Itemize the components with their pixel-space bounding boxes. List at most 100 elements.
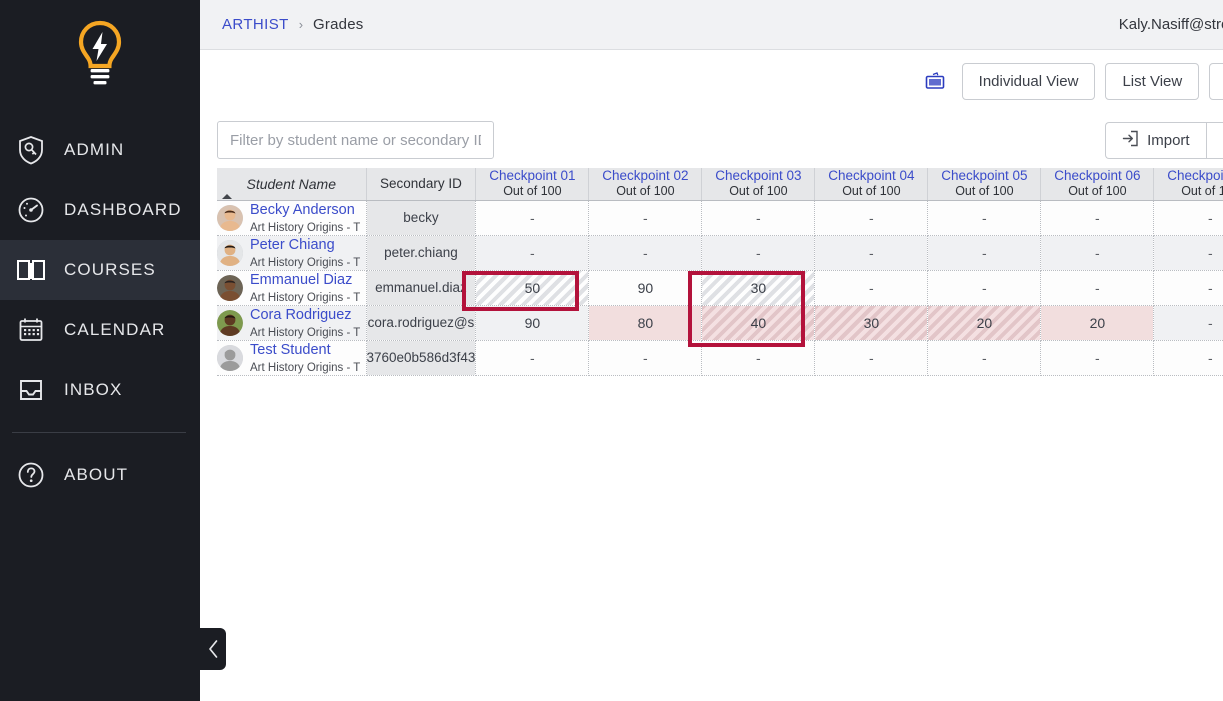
top-bar: ARTHIST › Grades Kaly.Nasiff@strongmind.… (200, 0, 1223, 50)
column-header-cp03[interactable]: Checkpoint 03Out of 100 (702, 168, 815, 200)
keyboard-shortcut-icon[interactable] (924, 72, 946, 91)
column-header-cp06[interactable]: Checkpoint 06Out of 100 (1041, 168, 1154, 200)
grade-cell[interactable]: - (815, 200, 928, 235)
student-name[interactable]: Test Student (250, 342, 331, 358)
column-header-cp02[interactable]: Checkpoint 02Out of 100 (589, 168, 702, 200)
user-menu[interactable]: Kaly.Nasiff@strongmind.com (1119, 8, 1223, 42)
grade-cell[interactable]: - (476, 235, 589, 270)
grade-cell[interactable]: - (476, 200, 589, 235)
student-name[interactable]: Emmanuel Diaz (250, 272, 352, 288)
import-label: Import (1147, 132, 1190, 149)
app-logo[interactable] (0, 0, 200, 110)
breadcrumb-root[interactable]: ARTHIST (222, 16, 289, 33)
student-cell[interactable]: Cora RodriguezArt History Origins - T (217, 305, 366, 340)
no-grade: - (1095, 280, 1100, 296)
column-points: Out of 100 (1154, 184, 1223, 199)
student-name[interactable]: Cora Rodriguez (250, 307, 352, 323)
table-row: Peter ChiangArt History Origins - Tpeter… (217, 235, 1223, 270)
column-header-cp04[interactable]: Checkpoint 04Out of 100 (815, 168, 928, 200)
grade-cell[interactable]: - (1041, 270, 1154, 305)
no-grade: - (869, 280, 874, 296)
grade-cell[interactable]: - (1154, 270, 1223, 305)
grade-cell[interactable]: - (815, 340, 928, 375)
secondary-id-cell: peter.chiang (366, 235, 476, 270)
column-title: Checkpoint 01 (476, 168, 588, 184)
column-header-secondary-id[interactable]: Secondary ID (366, 168, 476, 200)
grade-cell[interactable]: - (1041, 235, 1154, 270)
column-points: Out of 100 (702, 184, 814, 199)
grade-cell[interactable]: - (1154, 200, 1223, 235)
search-input[interactable] (217, 121, 494, 159)
column-header-student-name[interactable]: Student Name (217, 168, 366, 200)
breadcrumb: ARTHIST › Grades (222, 16, 363, 33)
grade-cell[interactable]: - (1041, 200, 1154, 235)
gradebook-grid: Student NameSecondary IDCheckpoint 01Out… (217, 168, 1223, 376)
column-header-cp01[interactable]: Checkpoint 01Out of 100 (476, 168, 589, 200)
student-name[interactable]: Peter Chiang (250, 237, 335, 253)
grade-cell[interactable]: - (589, 340, 702, 375)
grade-cell[interactable]: - (702, 200, 815, 235)
column-points: Out of 100 (928, 184, 1040, 199)
sidebar-nav: ADMIN DASHBOARD (0, 120, 200, 505)
grade-cell[interactable]: 50 (476, 270, 589, 305)
grade-cell[interactable]: 20 (1041, 305, 1154, 340)
grade-cell[interactable]: - (928, 200, 1041, 235)
grade-cell[interactable]: - (928, 235, 1041, 270)
grade-cell[interactable]: 30 (815, 305, 928, 340)
student-cell[interactable]: Emmanuel DiazArt History Origins - T (217, 270, 366, 305)
import-icon (1122, 130, 1139, 151)
student-cell[interactable]: Test Student Art History Origins - T (217, 340, 366, 375)
sidebar-item-dashboard[interactable]: DASHBOARD (0, 180, 200, 240)
import-button[interactable]: Import (1105, 122, 1206, 159)
list-view-button[interactable]: List View (1105, 63, 1199, 100)
sidebar-item-courses[interactable]: COURSES (0, 240, 200, 300)
grade-cell[interactable]: - (476, 340, 589, 375)
column-header-cp07[interactable]: Checkpoint 07Out of 100 (1154, 168, 1223, 200)
grade-cell[interactable]: - (815, 270, 928, 305)
grade-cell[interactable]: - (702, 235, 815, 270)
no-grade: - (982, 245, 987, 261)
sidebar-item-label: DASHBOARD (64, 200, 182, 220)
grade-cell[interactable]: 90 (476, 305, 589, 340)
student-name[interactable]: Becky Anderson (250, 202, 355, 218)
grade-cell[interactable]: - (815, 235, 928, 270)
individual-view-button[interactable]: Individual View (962, 63, 1096, 100)
student-section: Art History Origins - T (250, 362, 360, 374)
user-email: Kaly.Nasiff@strongmind.com (1119, 16, 1223, 33)
student-cell[interactable]: Becky AndersonArt History Origins - T (217, 200, 366, 235)
grade-cell[interactable]: - (1154, 340, 1223, 375)
sidebar-item-label: CALENDAR (64, 320, 165, 340)
sections-filter-dropdown[interactable]: Showing All Sections ▾ (1209, 63, 1223, 100)
import-export-group: Import Export ▾ (1105, 122, 1223, 159)
grade-cell[interactable]: 20 (928, 305, 1041, 340)
sidebar-item-label: ADMIN (64, 140, 124, 160)
sidebar-item-inbox[interactable]: INBOX (0, 360, 200, 420)
student-cell[interactable]: Peter ChiangArt History Origins - T (217, 235, 366, 270)
grade-cell[interactable]: - (928, 340, 1041, 375)
column-header-cp05[interactable]: Checkpoint 05Out of 100 (928, 168, 1041, 200)
no-grade: - (869, 350, 874, 366)
column-title: Checkpoint 05 (928, 168, 1040, 184)
export-button[interactable]: Export ▾ (1206, 122, 1223, 159)
grade-cell[interactable]: 40 (702, 305, 815, 340)
grade-cell[interactable]: 30 (702, 270, 815, 305)
column-points: Out of 100 (1041, 184, 1153, 199)
grade-cell[interactable]: - (589, 200, 702, 235)
secondary-id-cell: emmanuel.diaz (366, 270, 476, 305)
grade-cell[interactable]: 80 (589, 305, 702, 340)
grade-cell[interactable]: 90 (589, 270, 702, 305)
student-avatar-icon (217, 240, 243, 266)
grade-cell[interactable]: - (1041, 340, 1154, 375)
grade-cell[interactable]: - (702, 340, 815, 375)
question-circle-icon (14, 458, 48, 492)
column-title: Checkpoint 03 (702, 168, 814, 184)
sidebar-item-admin[interactable]: ADMIN (0, 120, 200, 180)
grade-cell[interactable]: - (1154, 235, 1223, 270)
grade-cell[interactable]: - (589, 235, 702, 270)
no-grade: - (756, 245, 761, 261)
sidebar-collapse-button[interactable] (200, 628, 226, 670)
sidebar-item-calendar[interactable]: CALENDAR (0, 300, 200, 360)
sidebar-item-about[interactable]: ABOUT (0, 445, 200, 505)
grade-cell[interactable]: - (1154, 305, 1223, 340)
grade-cell[interactable]: - (928, 270, 1041, 305)
